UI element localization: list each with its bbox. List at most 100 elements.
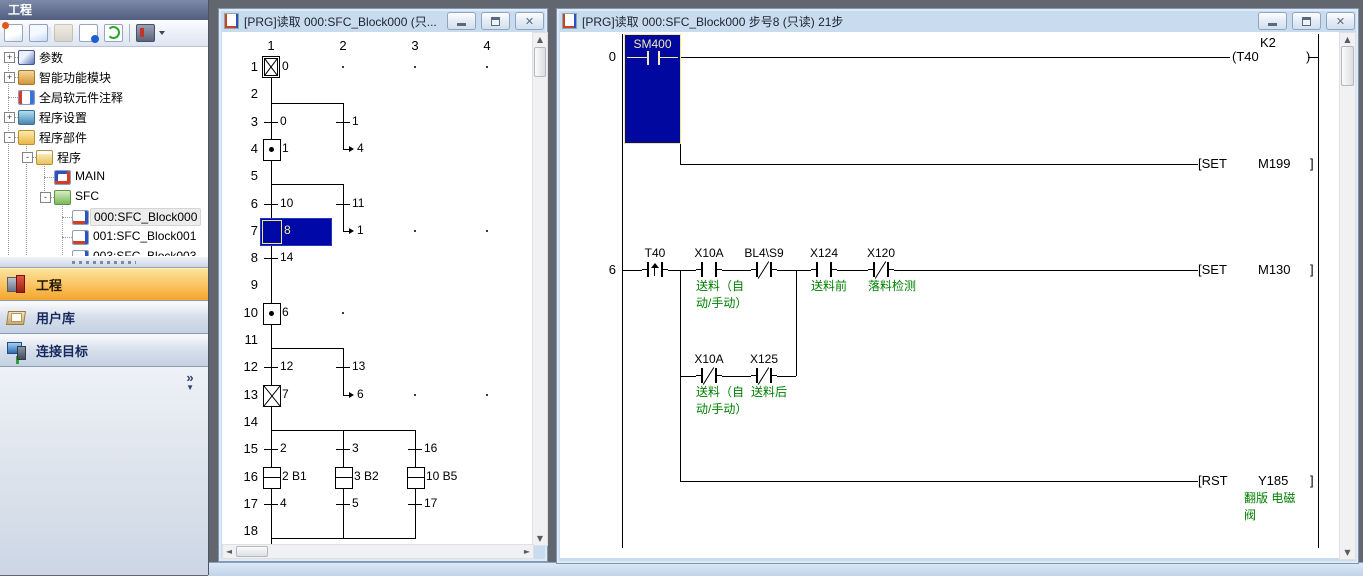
ladder-contact-bar [816,262,818,277]
tree-item-label[interactable]: 001:SFC_Block001 [90,228,199,244]
tree-item-label[interactable]: SFC [72,188,102,204]
sfc-step[interactable] [263,303,281,325]
tree-item-label[interactable]: 智能功能模块 [36,68,114,87]
tree-item[interactable]: 001:SFC_Block001 [0,227,208,247]
sfc-horizontal-scrollbar[interactable]: ◄ ► [222,544,534,559]
device-display-icon[interactable] [136,24,155,42]
tree-item[interactable]: 全局软元件注释 [0,87,208,107]
tree-expander[interactable]: + [4,72,15,83]
tree-expander[interactable]: + [4,112,15,123]
scroll-up-arrow[interactable]: ▲ [1340,35,1355,44]
ladder-canvas[interactable]: 06SM400T40X10A送料（自动/手动）BL4\S9X124送料前X120… [560,32,1339,558]
tree-item[interactable]: - 程序部件 [0,127,208,147]
tree-item-label[interactable]: 程序设置 [36,108,90,127]
tree-item[interactable]: 000:SFC_Block000 [0,207,208,227]
new-doc-icon[interactable] [4,24,23,42]
ladder-instruction-op[interactable]: [SET [1198,156,1227,171]
sfc-canvas[interactable]: 1234123456789101112131415161718011011141… [222,32,532,544]
tree-item[interactable]: + 智能功能模块 [0,67,208,87]
tree-item-label[interactable]: 003:SFC_Block003 [90,248,199,256]
refresh-icon[interactable] [104,24,123,42]
sfc-vertical-scrollbar[interactable]: ▲ ▼ [532,32,548,546]
sfc-transition[interactable] [264,504,278,505]
sfc-crossed-step[interactable] [263,385,281,407]
tree-item-label[interactable]: MAIN [72,168,108,184]
tree-expander[interactable]: + [4,52,15,63]
panel-splitter[interactable] [0,256,208,268]
ladder-vertical-scrollbar[interactable]: ▲ ▼ [1339,32,1356,560]
tree-expander[interactable]: - [4,132,15,143]
scroll-thumb[interactable] [534,47,546,77]
scroll-thumb[interactable] [1341,46,1354,86]
ladder-selected-cell[interactable]: SM400 [624,34,681,144]
dropdown-arrow-icon[interactable] [159,31,165,35]
pou-icon [18,130,35,145]
ladder-coil-open[interactable]: (T40 [1232,49,1259,64]
close-icon: ✕ [525,16,534,27]
tree-item-label[interactable]: 程序部件 [36,128,90,147]
sfc-block-step[interactable] [335,467,353,489]
ladder-instruction-op[interactable]: [RST [1198,473,1228,488]
sfc-block-step[interactable] [407,467,425,489]
tree-item[interactable]: + 参数 [0,47,208,67]
sfc-transition[interactable] [264,367,278,368]
paste-icon[interactable] [54,24,73,42]
tree-item[interactable]: MAIN [0,167,208,187]
sfc-step[interactable] [263,139,281,161]
close-button[interactable]: ✕ [515,12,544,30]
tree-expander[interactable]: - [22,152,33,163]
sfc-transition[interactable] [336,204,350,205]
sfc-block-step[interactable] [263,467,281,489]
sfc-transition[interactable] [408,449,422,450]
tree-item[interactable]: + 程序设置 [0,107,208,127]
sfc-transition[interactable] [264,258,278,259]
tree-item[interactable]: - 程序 [0,147,208,167]
sfc-wire [271,348,344,349]
ladder-contact-nc[interactable] [751,261,777,279]
sfc-transition[interactable] [336,122,350,123]
collapse-chevron[interactable]: »▼ [186,373,194,393]
doc-info-icon[interactable] [79,24,98,42]
sfc-transition-label: 5 [352,496,359,510]
scroll-down-arrow[interactable]: ▼ [533,534,547,543]
nav-button-user-library[interactable]: 用户库 [0,301,208,334]
sfc-transition[interactable] [264,449,278,450]
scroll-thumb[interactable] [236,546,268,557]
ladder-window-titlebar[interactable]: [PRG]读取 000:SFC_Block000 步号8 (只读) 21步 ✕ [557,9,1358,31]
ladder-contact-pulse[interactable] [642,261,668,279]
sfc-window-titlebar[interactable]: [PRG]读取 000:SFC_Block000 (只... ✕ [219,9,547,31]
close-icon: ✕ [1336,16,1345,27]
sfc-step-label: 10 B5 [426,469,457,483]
nav-button-project[interactable]: 工程 [0,268,208,301]
close-button[interactable]: ✕ [1326,12,1355,30]
sfc-transition[interactable] [336,367,350,368]
nav-button-connection[interactable]: 连接目标 [0,334,208,367]
sfc-transition[interactable] [336,449,350,450]
copy-icon[interactable] [29,24,48,42]
ladder-instruction-op[interactable]: [SET [1198,262,1227,277]
tree-item[interactable]: 003:SFC_Block003 [0,247,208,256]
tree-item-label[interactable]: 000:SFC_Block000 [90,208,201,226]
tree-item-label[interactable]: 参数 [36,48,66,67]
sfc-transition[interactable] [264,204,278,205]
minimize-button[interactable] [447,12,476,30]
scroll-right-arrow[interactable]: ► [523,547,531,556]
restore-button[interactable] [481,12,510,30]
tree-item-label[interactable]: 全局软元件注释 [36,88,126,107]
scroll-left-arrow[interactable]: ◄ [225,547,233,556]
minimize-button[interactable] [1258,12,1287,30]
sfc-transition[interactable] [336,504,350,505]
sfc-initial-step[interactable] [262,56,280,78]
panel-title: 工程 [0,0,208,20]
sfc-jump-label: 4 [357,141,364,155]
ladder-device-comment: 送料前 [811,277,847,294]
restore-button[interactable] [1292,12,1321,30]
scroll-up-arrow[interactable]: ▲ [533,35,547,44]
tree-item[interactable]: - SFC [0,187,208,207]
scroll-down-arrow[interactable]: ▼ [1340,548,1355,557]
tree-expander[interactable]: - [40,192,51,203]
sfc-transition[interactable] [264,122,278,123]
tree-item-label[interactable]: 程序 [54,148,84,167]
sfc-step-label: 1 [282,141,289,155]
sfc-transition[interactable] [408,504,422,505]
